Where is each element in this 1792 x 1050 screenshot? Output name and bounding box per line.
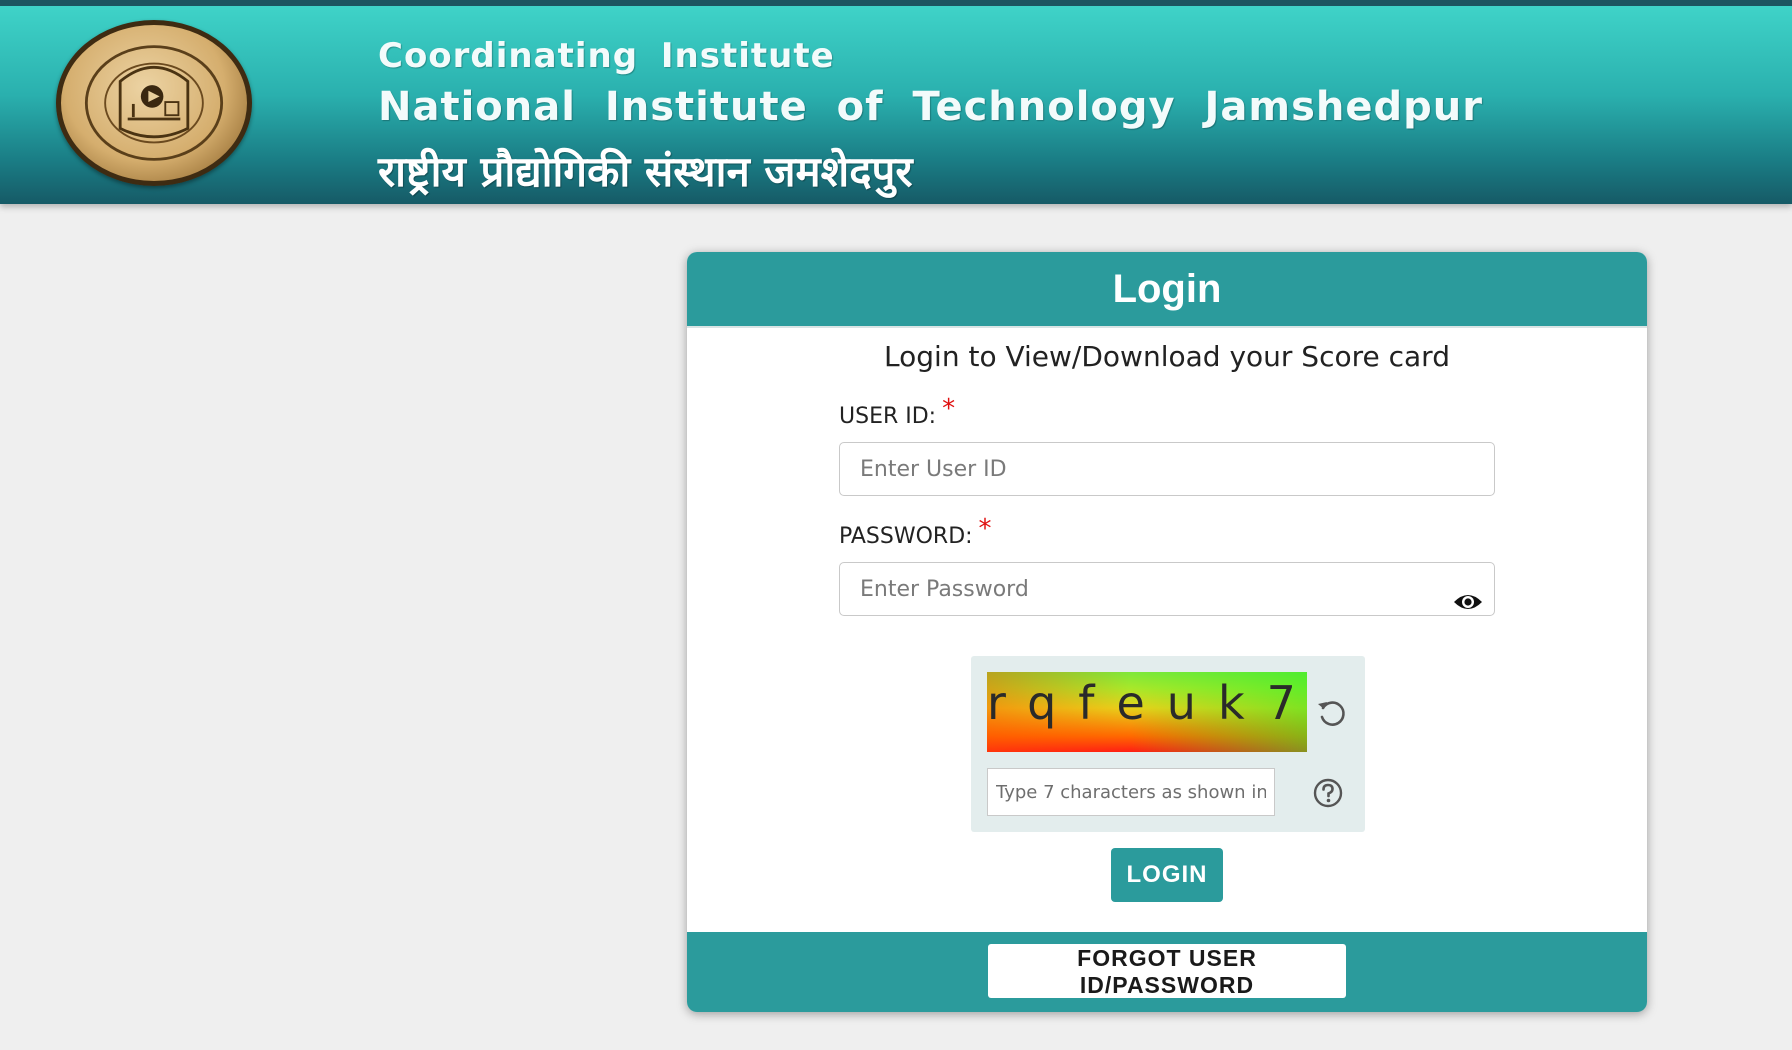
refresh-icon[interactable] xyxy=(1315,696,1349,730)
password-label: PASSWORD: * xyxy=(839,514,992,550)
emblem-graphic xyxy=(84,45,224,161)
user-id-label: USER ID: * xyxy=(839,394,955,430)
password-label-text: PASSWORD: xyxy=(839,524,973,549)
password-required-mark: * xyxy=(978,514,992,544)
site-header: Coordinating Institute National Institut… xyxy=(0,0,1792,204)
login-card-header: Login xyxy=(687,252,1647,328)
login-card: Login Login to View/Download your Score … xyxy=(687,252,1647,1012)
forgot-credentials-button[interactable]: FORGOT USER ID/PASSWORD xyxy=(988,944,1346,998)
header-coordinating-institute: Coordinating Institute xyxy=(378,36,835,76)
user-id-input[interactable] xyxy=(839,442,1495,496)
login-subtitle: Login to View/Download your Score card xyxy=(884,340,1450,373)
institute-emblem-icon xyxy=(56,20,252,186)
eye-icon[interactable] xyxy=(1453,590,1483,614)
login-card-footer: FORGOT USER ID/PASSWORD xyxy=(687,932,1647,1012)
login-button[interactable]: LOGIN xyxy=(1111,848,1223,902)
header-institute-name-hindi: राष्ट्रीय प्रौद्योगिकी संस्थान जमशेदपुर xyxy=(378,147,913,196)
captcha-image: rqfeuk7 xyxy=(987,672,1307,752)
password-input[interactable] xyxy=(839,562,1495,616)
captcha-input[interactable] xyxy=(987,768,1275,816)
captcha-image-text: rqfeuk7 xyxy=(987,676,1307,730)
login-title: Login xyxy=(1112,266,1222,311)
captcha-container: rqfeuk7 xyxy=(971,656,1365,832)
header-institute-name: National Institute of Technology Jamshed… xyxy=(378,84,1483,130)
question-circle-icon[interactable] xyxy=(1313,778,1343,808)
user-id-required-mark: * xyxy=(942,394,956,424)
user-id-label-text: USER ID: xyxy=(839,404,937,429)
